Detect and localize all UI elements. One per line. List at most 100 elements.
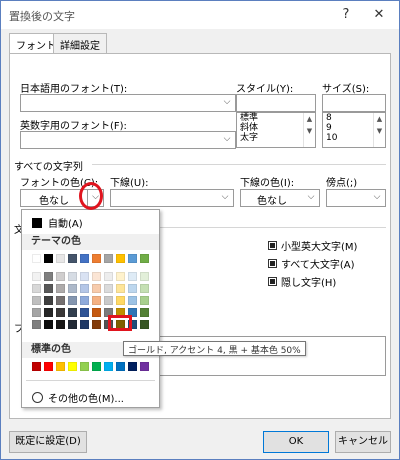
scroll-down-icon[interactable]: ▼ bbox=[304, 125, 315, 137]
color-swatch[interactable] bbox=[80, 284, 89, 293]
color-swatch[interactable] bbox=[104, 254, 113, 263]
color-swatch[interactable] bbox=[116, 362, 125, 371]
color-swatch[interactable] bbox=[92, 362, 101, 371]
color-swatch[interactable] bbox=[80, 272, 89, 281]
size-listbox[interactable]: 8 9 10 ▲ ▼ bbox=[322, 112, 386, 148]
color-swatch[interactable] bbox=[56, 254, 65, 263]
section-divider bbox=[92, 164, 386, 165]
color-swatch[interactable] bbox=[116, 272, 125, 281]
help-button[interactable]: ? bbox=[333, 4, 359, 26]
ok-button[interactable]: OK bbox=[263, 431, 329, 453]
small-caps-checkbox[interactable]: 小型英大文字(M) bbox=[268, 238, 357, 253]
set-default-button[interactable]: 既定に設定(D) bbox=[9, 431, 87, 453]
color-swatch[interactable] bbox=[56, 362, 65, 371]
scroll-up-icon[interactable]: ▲ bbox=[304, 113, 315, 125]
color-swatch[interactable] bbox=[128, 362, 137, 371]
color-tooltip: ゴールド, アクセント 4, 黒 + 基本色 50% bbox=[123, 341, 306, 356]
color-swatch[interactable] bbox=[92, 254, 101, 263]
color-swatch[interactable] bbox=[56, 284, 65, 293]
theme-color-row bbox=[32, 296, 149, 305]
color-swatch[interactable] bbox=[68, 284, 77, 293]
color-swatch[interactable] bbox=[92, 320, 101, 329]
color-swatch[interactable] bbox=[140, 320, 149, 329]
color-swatch[interactable] bbox=[80, 254, 89, 263]
color-swatch[interactable] bbox=[140, 272, 149, 281]
color-swatch[interactable] bbox=[32, 296, 41, 305]
cancel-button[interactable]: キャンセル bbox=[335, 431, 391, 453]
color-swatch[interactable] bbox=[104, 284, 113, 293]
all-text-section-label: すべての文字列 bbox=[14, 162, 83, 173]
scroll-down-icon[interactable]: ▼ bbox=[374, 125, 385, 137]
underline-combo[interactable]: ⌵ bbox=[110, 189, 234, 207]
latin-font-combo[interactable]: ⌵ bbox=[20, 131, 236, 149]
color-swatch[interactable] bbox=[44, 272, 53, 281]
color-swatch[interactable] bbox=[32, 362, 41, 371]
color-swatch[interactable] bbox=[56, 308, 65, 317]
color-swatch[interactable] bbox=[68, 308, 77, 317]
auto-color-option[interactable]: 自動(A) bbox=[32, 215, 83, 230]
color-swatch[interactable] bbox=[56, 296, 65, 305]
color-swatch[interactable] bbox=[68, 362, 77, 371]
color-swatch[interactable] bbox=[32, 284, 41, 293]
color-swatch[interactable] bbox=[128, 284, 137, 293]
color-swatch[interactable] bbox=[104, 272, 113, 281]
color-swatch[interactable] bbox=[56, 320, 65, 329]
color-swatch[interactable] bbox=[68, 272, 77, 281]
close-button[interactable]: ✕ bbox=[366, 4, 392, 26]
latin-font-label: 英数字用のフォント(F): bbox=[20, 121, 127, 132]
size-input[interactable] bbox=[322, 94, 386, 112]
color-swatch[interactable] bbox=[140, 284, 149, 293]
style-scrollbar[interactable]: ▲ ▼ bbox=[303, 113, 315, 147]
checkbox-box[interactable] bbox=[268, 277, 277, 286]
color-swatch[interactable] bbox=[68, 254, 77, 263]
color-swatch[interactable] bbox=[92, 308, 101, 317]
hidden-text-label: 隠し文字(H) bbox=[281, 278, 337, 289]
color-swatch[interactable] bbox=[140, 308, 149, 317]
color-swatch[interactable] bbox=[56, 272, 65, 281]
color-swatch[interactable] bbox=[92, 296, 101, 305]
color-swatch[interactable] bbox=[128, 272, 137, 281]
color-swatch[interactable] bbox=[68, 296, 77, 305]
standard-color-row bbox=[32, 362, 149, 371]
color-swatch[interactable] bbox=[32, 272, 41, 281]
color-swatch[interactable] bbox=[128, 254, 137, 263]
color-swatch[interactable] bbox=[44, 296, 53, 305]
japanese-font-combo[interactable]: ⌵ bbox=[20, 94, 236, 112]
emphasis-combo[interactable]: ⌵ bbox=[326, 189, 386, 207]
color-swatch[interactable] bbox=[80, 308, 89, 317]
more-colors-option[interactable]: その他の色(M)... bbox=[32, 390, 124, 405]
color-swatch[interactable] bbox=[140, 362, 149, 371]
all-caps-checkbox[interactable]: すべて大文字(A) bbox=[268, 256, 355, 271]
color-swatch[interactable] bbox=[32, 320, 41, 329]
color-swatch[interactable] bbox=[32, 308, 41, 317]
color-swatch[interactable] bbox=[32, 254, 41, 263]
underline-color-combo[interactable]: 色なし ⌵ bbox=[240, 189, 320, 207]
color-swatch[interactable] bbox=[128, 296, 137, 305]
color-swatch[interactable] bbox=[80, 320, 89, 329]
color-swatch[interactable] bbox=[116, 296, 125, 305]
color-swatch[interactable] bbox=[44, 362, 53, 371]
color-swatch[interactable] bbox=[92, 284, 101, 293]
color-swatch[interactable] bbox=[92, 272, 101, 281]
color-swatch[interactable] bbox=[116, 284, 125, 293]
color-swatch[interactable] bbox=[80, 296, 89, 305]
size-scrollbar[interactable]: ▲ ▼ bbox=[373, 113, 385, 147]
checkbox-box[interactable] bbox=[268, 241, 277, 250]
color-swatch[interactable] bbox=[104, 362, 113, 371]
color-swatch[interactable] bbox=[44, 308, 53, 317]
color-swatch[interactable] bbox=[116, 254, 125, 263]
color-swatch[interactable] bbox=[80, 362, 89, 371]
color-swatch[interactable] bbox=[44, 254, 53, 263]
hidden-text-checkbox[interactable]: 隠し文字(H) bbox=[268, 274, 336, 289]
color-swatch[interactable] bbox=[68, 320, 77, 329]
color-swatch[interactable] bbox=[44, 284, 53, 293]
tab-advanced[interactable]: 詳細設定 bbox=[53, 33, 107, 53]
color-swatch[interactable] bbox=[140, 254, 149, 263]
checkbox-box[interactable] bbox=[268, 259, 277, 268]
style-input[interactable] bbox=[236, 94, 316, 112]
scroll-up-icon[interactable]: ▲ bbox=[374, 113, 385, 125]
color-swatch[interactable] bbox=[140, 296, 149, 305]
style-listbox[interactable]: 標準 斜体 太字 ▲ ▼ bbox=[236, 112, 316, 148]
color-swatch[interactable] bbox=[104, 296, 113, 305]
color-swatch[interactable] bbox=[44, 320, 53, 329]
